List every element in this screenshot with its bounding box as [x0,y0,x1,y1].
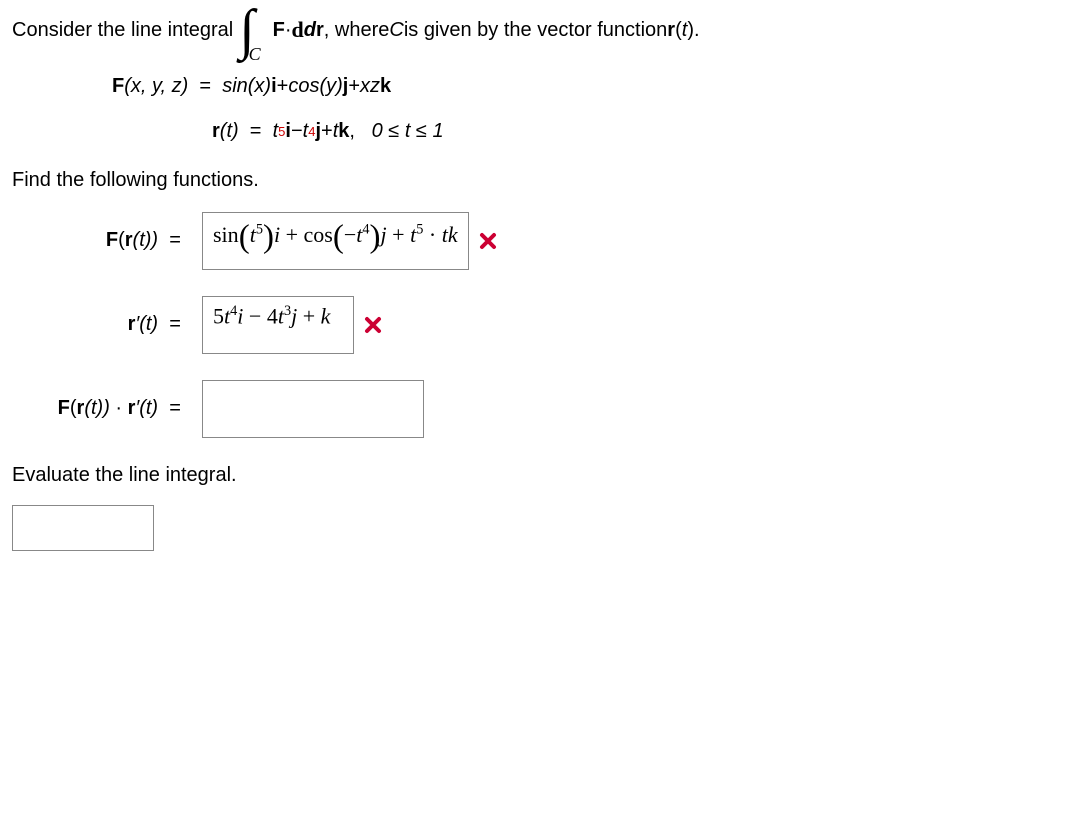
incorrect-icon [479,232,497,250]
integrand-F: F [273,19,285,42]
answer-input-F-of-r[interactable]: sin(t5)i + cos(−t4)j + t5 · tk [202,212,469,270]
evaluate-prompt: Evaluate the line integral. [12,464,1074,487]
answer-input-dot-product[interactable] [202,380,424,438]
label-r-prime: r′(t) = [12,313,202,336]
find-functions-prompt: Find the following functions. [12,169,1074,192]
intro-text-1: Consider the line integral [12,19,233,42]
answer-input-integral[interactable] [12,505,154,551]
label-F-of-r: F(r(t)) = [12,229,202,252]
integral-symbol: ∫ C [239,8,266,53]
label-dot-product: F(r(t)) · r′(t) = [12,397,202,420]
def-r-line: r (t) = t5 i − t4 j + t k , 0 ≤ t ≤ 1 [212,120,1074,143]
incorrect-icon [364,316,382,334]
integrand-d: d [292,17,304,42]
def-F-line: F (x, y, z) = sin(x) i + cos(y) j + xz k [112,75,1074,98]
intro-line: Consider the line integral ∫ C F · ddr d… [12,8,1074,53]
answer-input-r-prime[interactable]: 5t4i − 4t3j + k [202,296,354,354]
